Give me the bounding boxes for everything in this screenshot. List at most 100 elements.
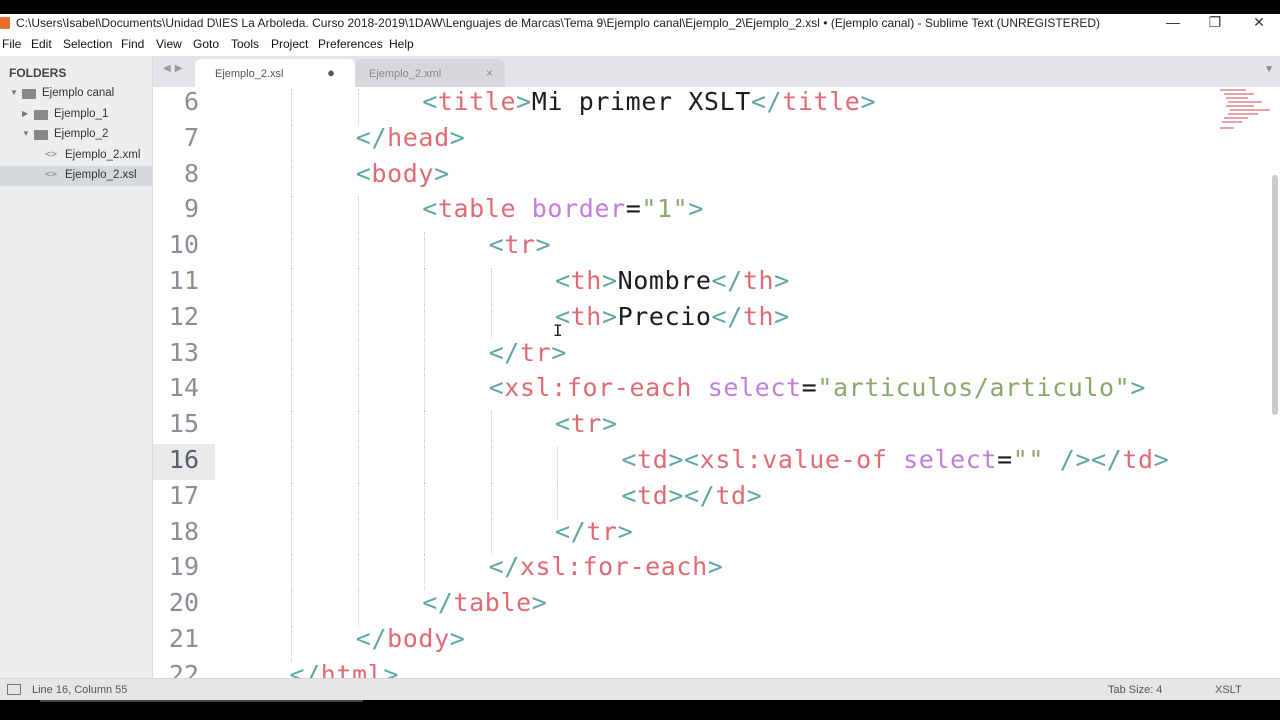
tab-ejemplo-2-xml[interactable]: Ejemplo_2.xml × <box>355 59 505 87</box>
line-number: 18 <box>168 516 199 546</box>
code-token: th <box>742 301 775 331</box>
code-token: </ <box>711 266 743 295</box>
sidebar-item-ejemplo-2-xml[interactable]: <> Ejemplo_2.xml <box>0 146 152 166</box>
menu-selection[interactable]: Selection <box>63 37 112 51</box>
code-line[interactable]: </xsl:for-each> <box>489 552 724 581</box>
syntax-mode[interactable]: XSLT <box>1215 684 1242 696</box>
indent-guide <box>424 447 426 483</box>
indent-guide <box>424 518 426 555</box>
code-token: > <box>449 624 466 653</box>
sidebar-item-ejemplo-2[interactable]: ▼ Ejemplo_2 <box>0 125 152 145</box>
indent-guide <box>424 554 426 591</box>
indent-guide <box>291 411 293 447</box>
minimize-button[interactable]: — <box>1158 12 1188 32</box>
code-line[interactable]: <th>Nombre</th> <box>555 266 790 295</box>
indent-guide <box>291 160 293 197</box>
code-token: < <box>355 158 372 188</box>
code-token: > <box>774 266 790 295</box>
menu-view[interactable]: View <box>156 37 182 51</box>
code-line[interactable]: <tr> <box>555 409 618 438</box>
tab-overflow-chevron-down-icon[interactable]: ▼ <box>1264 64 1274 75</box>
menu-help[interactable]: Help <box>389 37 414 51</box>
menu-find[interactable]: Find <box>121 37 144 51</box>
indent-guide <box>490 518 492 555</box>
code-line[interactable]: <body> <box>356 159 450 188</box>
code-token: > <box>668 480 685 510</box>
indent-guide <box>291 232 293 268</box>
code-token: < <box>422 194 438 224</box>
folders-header: FOLDERS <box>9 66 67 80</box>
indent-guide <box>490 268 492 304</box>
sidebar-item-label: Ejemplo canal <box>42 87 115 99</box>
sidebar-item-ejemplo-canal[interactable]: ▼ Ejemplo canal <box>0 84 152 104</box>
close-icon[interactable]: × <box>486 66 493 80</box>
modified-dot-icon[interactable]: ● <box>327 65 335 80</box>
code-token: </ <box>355 624 388 653</box>
sidebar-item-label: Ejemplo_2 <box>54 128 109 140</box>
indent-guide <box>424 303 426 340</box>
code-line[interactable]: <table border="1"> <box>422 194 704 223</box>
code-token: < <box>684 445 700 474</box>
code-token: tr <box>570 409 602 439</box>
code-line[interactable]: </head> <box>356 123 466 152</box>
code-line[interactable]: <title>Mi primer XSLT</title> <box>422 87 876 116</box>
indent-guide <box>291 196 293 233</box>
code-token: th <box>742 266 775 295</box>
code-token: td <box>637 445 669 474</box>
sidebar-item-ejemplo-1[interactable]: ▶ Ejemplo_1 <box>0 105 152 125</box>
menu-edit[interactable]: Edit <box>31 37 52 51</box>
menu-preferences[interactable]: Preferences <box>318 37 383 51</box>
menu-goto[interactable]: Goto <box>193 37 219 51</box>
code-token: = <box>997 445 1013 474</box>
cursor-position[interactable]: Line 16, Column 55 <box>32 684 127 696</box>
menu-tools[interactable]: Tools <box>231 37 259 51</box>
code-editor[interactable]: 6 7 8 9 10 11 12 13 14 15 16 17 18 19 20 21 22 I <title>… <box>153 87 1280 678</box>
chevron-down-icon[interactable]: ▼ <box>22 129 30 138</box>
code-line[interactable]: <td></td> <box>621 481 762 510</box>
code-file-icon: <> <box>45 149 58 160</box>
panel-toggle-icon[interactable] <box>7 684 21 695</box>
close-button[interactable]: ✕ <box>1244 12 1274 32</box>
code-line[interactable]: </tr> <box>555 517 633 546</box>
line-number: 10 <box>168 230 199 260</box>
sidebar-item-label: Ejemplo_2.xml <box>65 149 141 161</box>
chevron-down-icon[interactable]: ▼ <box>10 88 18 97</box>
line-number: 17 <box>168 480 199 510</box>
indent-guide <box>357 232 359 268</box>
code-line[interactable]: </body> <box>356 624 466 653</box>
maximize-button[interactable]: ❐ <box>1200 12 1230 32</box>
code-line[interactable]: </tr> <box>489 338 567 367</box>
code-file-icon: <> <box>45 169 58 180</box>
sidebar-item-ejemplo-2-xsl[interactable]: <> Ejemplo_2.xsl <box>0 166 152 186</box>
line-number: 6 <box>183 87 199 116</box>
indent-guide <box>424 411 426 447</box>
code-line[interactable]: <tr> <box>489 230 552 259</box>
minimap[interactable] <box>1220 87 1272 135</box>
line-number-gutter: 6 7 8 9 10 11 12 13 14 15 16 17 18 19 20 21 22 <box>153 87 215 678</box>
menu-file[interactable]: File <box>2 37 21 51</box>
code-line[interactable]: </table> <box>422 588 547 617</box>
code-token: td <box>715 480 747 510</box>
code-line[interactable]: </html> <box>289 660 399 678</box>
line-number: 9 <box>183 194 199 224</box>
code-token: </ <box>488 552 520 582</box>
indent-guide <box>291 124 293 161</box>
code-line[interactable]: <th>Precio</th> <box>555 302 790 331</box>
chevron-right-icon[interactable]: ▶ <box>22 109 28 118</box>
code-line[interactable]: <td><xsl:value-of select="" /></td> <box>621 445 1169 474</box>
code-token: </ <box>711 301 743 331</box>
code-token: = <box>801 373 818 403</box>
tab-nav-arrows-icon[interactable]: ◀▶ <box>163 63 186 74</box>
sidebar-item-label: Ejemplo_1 <box>54 108 109 120</box>
code-line[interactable]: <xsl:for-each select="articulos/articulo… <box>489 373 1146 402</box>
code-token: th <box>570 301 602 331</box>
tab-size[interactable]: Tab Size: 4 <box>1108 684 1162 696</box>
folder-open-icon <box>34 130 48 140</box>
vertical-scrollbar[interactable] <box>1272 175 1278 415</box>
code-token: > <box>1153 445 1170 474</box>
sublime-window: C:\Users\Isabel\Documents\Unidad D\IES L… <box>0 0 1280 720</box>
menu-project[interactable]: Project <box>271 37 308 51</box>
tab-ejemplo-2-xsl[interactable]: Ejemplo_2.xsl ● <box>195 59 355 87</box>
